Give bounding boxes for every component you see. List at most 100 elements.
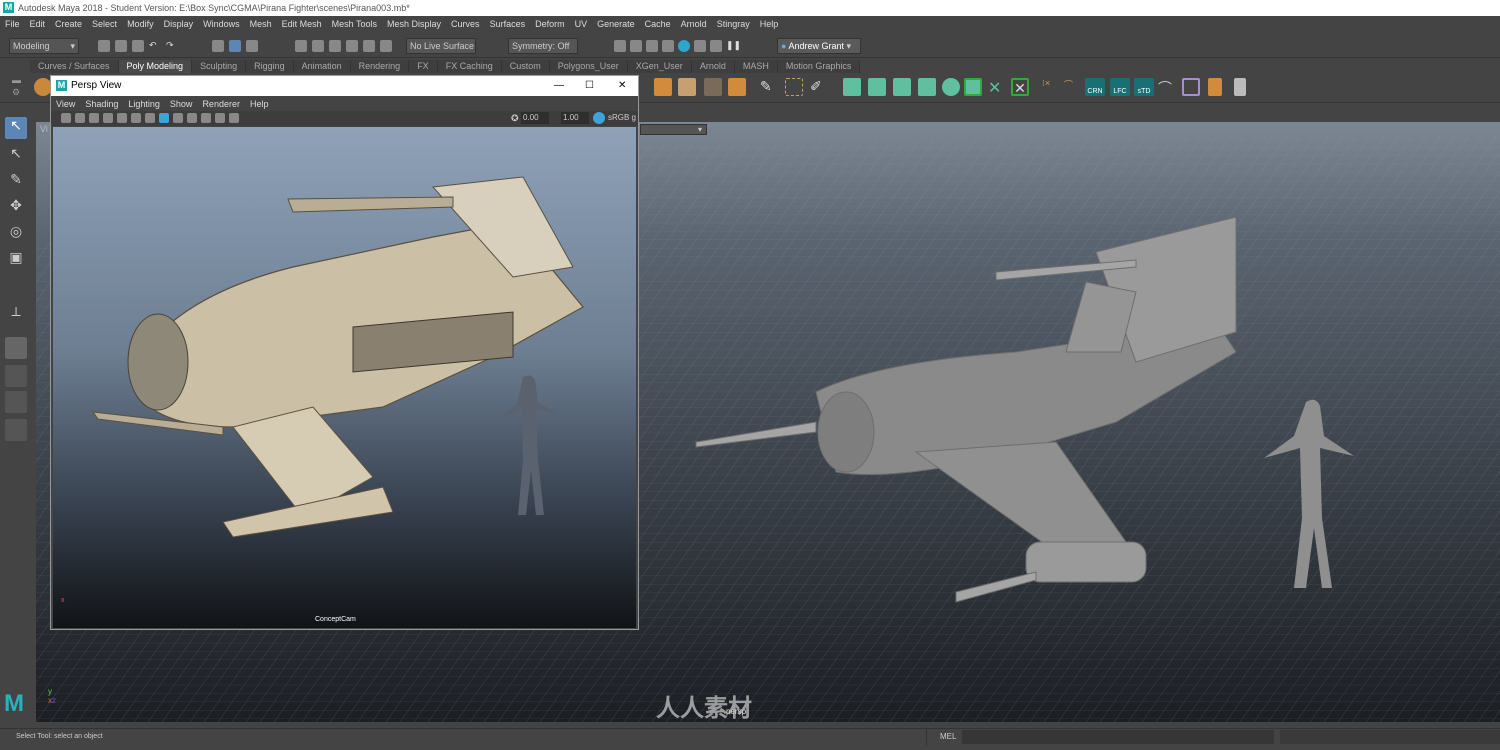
render-settings-icon[interactable] [662, 40, 674, 52]
textured-icon[interactable] [173, 113, 183, 123]
maximize-button[interactable]: ☐ [585, 76, 594, 96]
crn-script-button[interactable]: CRN [1085, 78, 1105, 96]
rotate-tool-icon[interactable]: ◎ [5, 223, 27, 245]
cut-uv-icon[interactable]: ✕ [1011, 78, 1029, 96]
single-view-icon[interactable] [5, 337, 27, 359]
paint-tool-icon[interactable] [1208, 78, 1222, 96]
camera-icon[interactable] [61, 113, 71, 123]
shelf-tab-motion-graphics[interactable]: Motion Graphics [777, 60, 861, 73]
concept-cam-viewport[interactable]: ConceptCam x [53, 127, 636, 628]
ipr-render-icon[interactable] [646, 40, 658, 52]
insert-edge-loop-icon[interactable] [785, 78, 803, 96]
wireframe-icon[interactable] [145, 113, 155, 123]
menu-file[interactable]: File [0, 16, 25, 32]
offset-edge-icon[interactable]: ✐ [810, 78, 828, 96]
smooth-shade-icon[interactable] [159, 113, 169, 123]
viewport-panel-menu[interactable]: Vi [40, 124, 48, 134]
menu-arnold[interactable]: Arnold [676, 16, 712, 32]
render-view-icon[interactable] [614, 40, 626, 52]
select-tool-icon[interactable]: ↖ [5, 117, 27, 139]
shelf-tab-curves-surfaces[interactable]: Curves / Surfaces [30, 60, 119, 73]
shelf-tab-poly-modeling[interactable]: Poly Modeling [118, 60, 193, 73]
open-scene-icon[interactable] [115, 40, 127, 52]
smooth-icon[interactable] [918, 78, 936, 96]
redo-icon[interactable]: ↷ [166, 40, 178, 52]
lfc-script-button[interactable]: LFC [1110, 78, 1130, 96]
poly-cube-icon[interactable] [654, 78, 672, 96]
shelf-settings-icon[interactable]: ⚙ [12, 87, 20, 98]
fill-hole-icon[interactable] [893, 78, 911, 96]
command-language-toggle[interactable]: MEL [940, 729, 956, 745]
light-editor-icon[interactable] [710, 40, 722, 52]
menu-surfaces[interactable]: Surfaces [485, 16, 531, 32]
menuset-dropdown[interactable]: Modeling ▾ [9, 38, 79, 54]
last-tool-icon[interactable]: ⟂ [5, 303, 27, 325]
snap-point-icon[interactable] [329, 40, 341, 52]
lights-icon[interactable] [187, 113, 197, 123]
shelf-tab-animation[interactable]: Animation [293, 60, 351, 73]
render-frame-icon[interactable] [630, 40, 642, 52]
view-transform-dropdown[interactable]: sRGB g [608, 112, 636, 124]
live-surface-field[interactable]: No Live Surface [406, 38, 476, 54]
shelf-tab-mash[interactable]: MASH [734, 60, 778, 73]
curve-tool-icon[interactable]: ⌒ [1064, 78, 1082, 96]
menu-display[interactable]: Display [159, 16, 199, 32]
four-view-icon[interactable] [5, 365, 27, 387]
persp-menu-view[interactable]: View [51, 97, 80, 111]
persp-window-titlebar[interactable]: M Persp View — ☐ ✕ [51, 76, 638, 96]
menu-help[interactable]: Help [755, 16, 784, 32]
bend-icon[interactable] [942, 78, 960, 96]
lasso-tool-icon[interactable]: ↖ [5, 145, 27, 167]
xray-icon[interactable] [229, 113, 239, 123]
pause-icon[interactable]: ❚❚ [726, 40, 741, 52]
snap-curve-icon[interactable] [312, 40, 324, 52]
shelf-menu-icon[interactable]: ▬ [12, 75, 21, 85]
menu-generate[interactable]: Generate [592, 16, 640, 32]
menu-create[interactable]: Create [50, 16, 87, 32]
menu-edit-mesh[interactable]: Edit Mesh [277, 16, 327, 32]
menu-uv[interactable]: UV [570, 16, 593, 32]
isolate-select-icon[interactable] [215, 113, 225, 123]
select-hierarchy-icon[interactable] [212, 40, 224, 52]
persp-menu-help[interactable]: Help [245, 97, 274, 111]
multi-cut-icon[interactable]: ✎ [760, 78, 778, 96]
menu-stingray[interactable]: Stingray [712, 16, 755, 32]
shelf-tab-polygons-user[interactable]: Polygons_User [549, 60, 628, 73]
extrude-icon[interactable] [843, 78, 861, 96]
delete-history-icon[interactable]: ⁝× [1042, 78, 1060, 96]
bridge-icon[interactable] [704, 78, 722, 96]
menu-deform[interactable]: Deform [530, 16, 570, 32]
two-view-icon[interactable] [5, 391, 27, 413]
shelf-tab-rigging[interactable]: Rigging [246, 60, 294, 73]
shelf-tab-fx[interactable]: FX [409, 60, 438, 73]
user-account-button[interactable]: ● Andrew Grant ▾ [777, 38, 861, 54]
shelf-tab-arnold[interactable]: Arnold [691, 60, 735, 73]
shelf-tab-fx-caching[interactable]: FX Caching [437, 60, 502, 73]
outliner-icon[interactable] [5, 419, 27, 441]
menu-mesh-display[interactable]: Mesh Display [382, 16, 446, 32]
menu-modify[interactable]: Modify [122, 16, 159, 32]
new-scene-icon[interactable] [98, 40, 110, 52]
camera-attributes-icon[interactable] [75, 113, 85, 123]
viewport-dropdown[interactable]: ▾ [640, 124, 707, 135]
snap-vertex-icon[interactable] [380, 40, 392, 52]
color-management-icon[interactable] [593, 112, 605, 124]
grid-toggle-icon[interactable] [103, 113, 113, 123]
uv-editor-icon[interactable] [964, 78, 982, 96]
undo-icon[interactable]: ↶ [149, 40, 161, 52]
paint-select-icon[interactable]: ✎ [5, 171, 27, 193]
menu-windows[interactable]: Windows [198, 16, 245, 32]
shelf-tab-rendering[interactable]: Rendering [350, 60, 410, 73]
snap-surface-icon[interactable] [363, 40, 375, 52]
move-tool-icon[interactable]: ✥ [5, 197, 27, 219]
select-object-icon[interactable] [229, 40, 241, 52]
target-weld-icon[interactable]: ✕ [988, 78, 1006, 97]
symmetry-dropdown[interactable]: Symmetry: Off [508, 38, 578, 54]
resolution-gate-icon[interactable] [131, 113, 141, 123]
gamma-field[interactable]: 1.00 [561, 112, 589, 124]
menu-cache[interactable]: Cache [640, 16, 676, 32]
render-setup-icon[interactable] [694, 40, 706, 52]
film-gate-icon[interactable] [117, 113, 127, 123]
menu-select[interactable]: Select [87, 16, 122, 32]
snap-grid-icon[interactable] [295, 40, 307, 52]
